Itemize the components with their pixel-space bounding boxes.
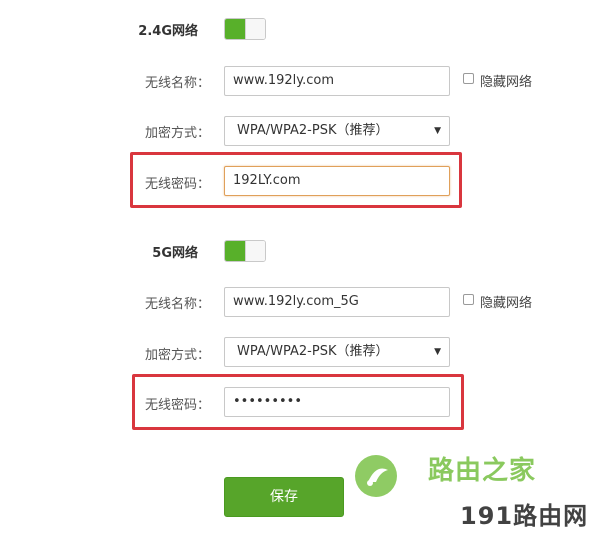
chevron-down-icon: ▼ [434,126,441,136]
band-24g-ssid-label: 无线名称： [144,76,210,91]
band-24g-hide-checkbox[interactable] [463,73,474,84]
band-5g-ssid-input[interactable]: www.192ly.com_5G [224,287,450,317]
watermark-brand-b: 191路由网 [460,502,589,530]
band-5g-encrypt-value: WPA/WPA2-PSK（推荐） [237,344,389,359]
chevron-down-icon: ▼ [434,347,441,357]
band-24g-encrypt-select[interactable]: WPA/WPA2-PSK（推荐） ▼ [224,116,450,146]
save-button[interactable]: 保存 [224,477,344,517]
band-5g-hide-label: 隐藏网络 [480,296,533,311]
band-5g-password-input[interactable]: ••••••••• [224,387,450,417]
watermark-brand-a: 路由之家 [428,456,537,486]
toggle-on-indicator [225,19,247,39]
band-24g-encrypt-label: 加密方式： [144,126,210,141]
watermark: 路由之家 191路由网 [352,450,596,530]
toggle-knob [245,19,265,39]
band-5g-password-label: 无线密码： [144,398,210,413]
band-24g-hide-label: 隐藏网络 [480,75,533,90]
band-5g-ssid-label: 无线名称： [144,297,210,312]
toggle-on-indicator [225,241,247,261]
band-5g-encrypt-select[interactable]: WPA/WPA2-PSK（推荐） ▼ [224,337,450,367]
band-5g-title: 5G网络 [152,246,198,261]
band-24g-password-input[interactable]: 192LY.com [224,166,450,196]
band-24g-encrypt-value: WPA/WPA2-PSK（推荐） [237,123,389,138]
band-24g-title: 2.4G网络 [138,24,198,39]
band-24g-toggle[interactable] [224,18,266,40]
band-5g-toggle[interactable] [224,240,266,262]
band-24g-password-label: 无线密码： [144,177,210,192]
band-24g-ssid-input[interactable]: www.192ly.com [224,66,450,96]
band-5g-encrypt-label: 加密方式： [144,348,210,363]
brand-logo-icon [355,455,397,497]
toggle-knob [245,241,265,261]
band-5g-hide-checkbox[interactable] [463,294,474,305]
